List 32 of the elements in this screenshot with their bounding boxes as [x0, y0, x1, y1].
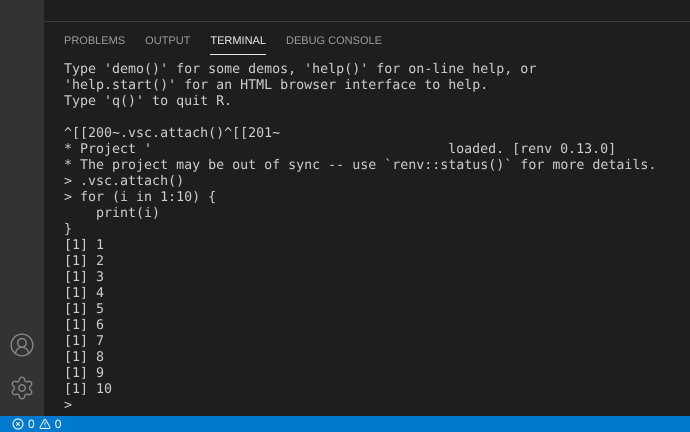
terminal-line: [1] 7 — [64, 334, 104, 350]
terminal-line: > for (i in 1:10) { — [64, 190, 216, 206]
panel-tab[interactable]: OUTPUT — [145, 32, 190, 54]
error-icon[interactable] — [12, 418, 24, 430]
terminal-line: } — [64, 222, 72, 238]
terminal-line: > — [64, 398, 72, 414]
terminal-line: [1] 6 — [64, 318, 104, 334]
terminal-line: [1] 10 — [64, 382, 112, 398]
panel-tab[interactable]: TERMINAL — [210, 32, 266, 54]
terminal-line: loaded. [renv 0.13.0] — [448, 142, 616, 158]
terminal-line: [1] 2 — [64, 254, 104, 270]
terminal-line: print(i) — [95, 206, 160, 222]
terminal-line: 'help.start()' for an HTML browser interface to help. — [64, 78, 488, 94]
terminal-line: Type 'q()' to quit R. — [64, 94, 232, 110]
warning-count[interactable]: 0 — [54, 415, 62, 432]
terminal-line: [1] 1 — [64, 238, 104, 254]
terminal-line: * Project ' — [64, 142, 152, 158]
account-icon[interactable] — [9, 332, 35, 358]
terminal-line: ^[[200~.vsc.attach()^[[201~ — [64, 126, 280, 142]
error-count[interactable]: 0 — [28, 415, 35, 432]
settings-icon[interactable] — [9, 375, 35, 401]
terminal-line: Type 'demo()' for some demos, 'help()' for on-line help, or — [64, 62, 536, 78]
terminal-line: [1] 8 — [64, 350, 104, 366]
terminal-line: > .vsc.attach() — [64, 174, 184, 190]
terminal-line: * The project may be out of sync -- use `renv::status()` for more details. — [64, 158, 656, 174]
terminal-line: [1] 5 — [64, 302, 104, 318]
panel-tab[interactable]: DEBUG CONSOLE — [286, 32, 382, 54]
terminal-line: [1] 4 — [64, 286, 104, 302]
terminal-line: [1] 9 — [64, 366, 104, 382]
terminal-line: [1] 3 — [64, 270, 104, 286]
warning-icon[interactable] — [38, 418, 51, 430]
panel-tab[interactable]: PROBLEMS — [64, 32, 126, 54]
